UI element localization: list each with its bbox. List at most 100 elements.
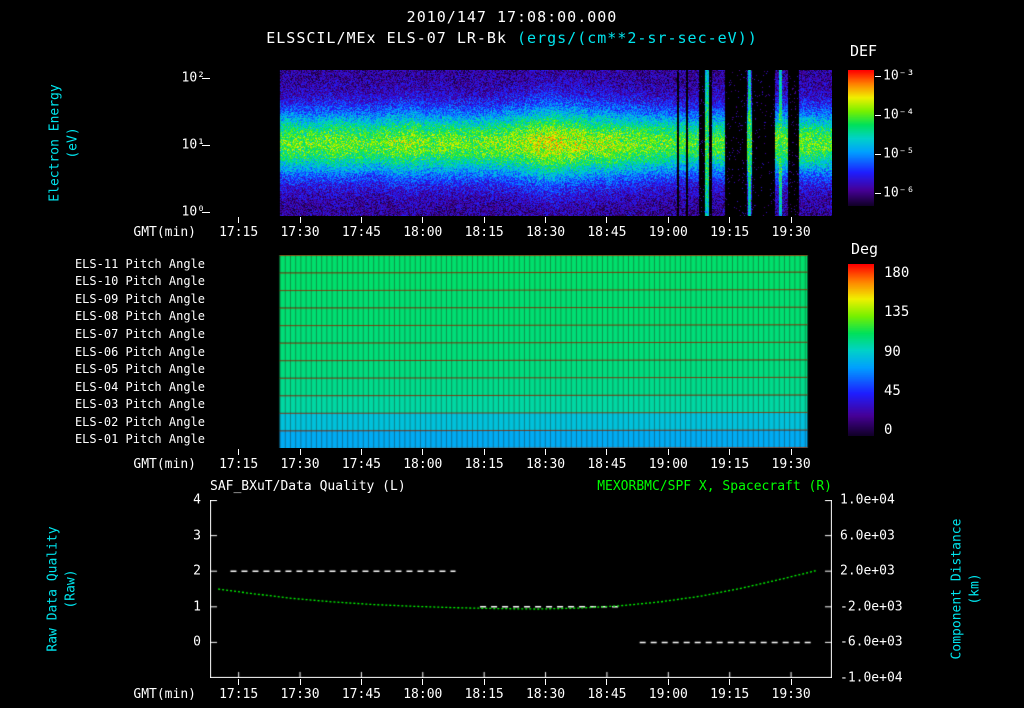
time-tick-mark (606, 217, 608, 223)
deg-colorbar-tick-label: 90 (884, 343, 901, 360)
time-tick-mark (667, 217, 669, 223)
time-tick-mark (483, 679, 485, 685)
quality-tick-label: 2 (193, 563, 201, 579)
time-tick-label: 19:00 (648, 687, 688, 702)
time-tick-label: 17:30 (280, 457, 320, 472)
time-tick-mark (422, 449, 424, 455)
panel3-left-axis-label-line1: Raw Data Quality (45, 526, 61, 652)
time-tick-mark (299, 217, 301, 223)
time-tick-mark (545, 679, 547, 685)
def-colorbar-tick-mark (875, 114, 881, 116)
deg-colorbar-tick-label: 135 (884, 304, 910, 321)
plot-viewer: 2010/147 17:08:00.000 ELSSCIL/MEx ELS-07… (0, 0, 1024, 708)
pitch-row-label: ELS-10 Pitch Angle (74, 274, 205, 289)
time-tick-label: 17:15 (219, 225, 259, 240)
distance-tick-label: 1.0e+04 (840, 492, 895, 508)
def-colorbar-tick-label: 10⁻⁵ (883, 146, 915, 162)
time-tick-label: 17:45 (341, 687, 381, 702)
time-tick-mark (606, 449, 608, 455)
time-tick-label: 18:00 (403, 457, 443, 472)
time-tick-mark (299, 679, 301, 685)
time-tick-label: 19:30 (771, 687, 811, 702)
deg-colorbar-tick-label: 180 (884, 265, 910, 281)
electron-spectrogram (210, 70, 832, 216)
quality-tick-label: 4 (193, 492, 201, 508)
panel3-right-axis-label-line2: (km) (967, 573, 982, 605)
pitch-row-label: ELS-03 Pitch Angle (74, 397, 205, 412)
def-colorbar-tick-label: 10⁻⁴ (883, 107, 915, 123)
units-label: (ergs/(cm**2-sr-sec-eV)) (517, 29, 758, 47)
time-tick-mark (790, 217, 792, 223)
pitch-row-label: ELS-08 Pitch Angle (74, 309, 205, 324)
time-tick-mark (729, 449, 731, 455)
time-tick-mark (729, 679, 731, 685)
quality-tick-label: 0 (193, 634, 201, 650)
def-colorbar-tick-mark (875, 75, 881, 77)
pitch-row-label: ELS-09 Pitch Angle (74, 291, 205, 306)
time-tick-mark (545, 217, 547, 223)
time-tick-label: 19:30 (771, 225, 811, 240)
pitch-row-label: ELS-02 Pitch Angle (74, 414, 205, 429)
time-tick-label: 18:30 (525, 225, 566, 240)
time-tick-mark (790, 449, 792, 455)
panel3-right-axis-label-line1: Component Distance (949, 518, 965, 660)
quality-tick-label: 3 (193, 528, 201, 544)
time-tick-label: 18:45 (587, 225, 627, 240)
def-colorbar (848, 70, 874, 206)
def-colorbar-tick-label: 10⁻³ (883, 68, 915, 84)
time-tick-label: 18:15 (464, 225, 504, 240)
time-tick-label: 17:30 (280, 687, 320, 702)
time-tick-label: 19:15 (710, 457, 750, 472)
time-tick-label: 18:00 (403, 687, 443, 702)
time-tick-label: 18:30 (525, 457, 566, 472)
pitch-angle-heatmap (210, 255, 832, 448)
time-tick-label: 19:00 (648, 225, 688, 240)
energy-tick-mark (202, 211, 210, 213)
colorbar2-title: Deg (851, 240, 879, 258)
time-tick-mark (422, 217, 424, 223)
distance-tick-label: -6.0e+03 (840, 634, 903, 650)
time-tick-mark (667, 449, 669, 455)
gmt-axis-label: GMT(min) (133, 457, 196, 472)
time-tick-label: 18:00 (403, 225, 443, 240)
time-tick-label: 17:45 (341, 225, 381, 240)
panel3-left-axis-label-line2: (Raw) (63, 569, 78, 609)
time-tick-mark (483, 217, 485, 223)
time-tick-mark (483, 449, 485, 455)
time-tick-mark (238, 679, 240, 685)
pitch-row-label: ELS-01 Pitch Angle (74, 432, 205, 447)
time-tick-label: 17:30 (280, 225, 320, 240)
panel1-y-axis-label: Electron Energy (eV) (46, 84, 81, 201)
energy-tick-mark (202, 77, 210, 79)
panel3-right-title: MEXORBMC/SPF X, Spacecraft (R) (597, 479, 832, 494)
time-tick-mark (360, 217, 362, 223)
datetime-title: 2010/147 17:08:00.000 (406, 8, 618, 26)
time-tick-mark (545, 449, 547, 455)
gmt-axis-label: GMT(min) (133, 687, 196, 702)
def-colorbar-tick-label: 10⁻⁶ (883, 185, 915, 201)
def-colorbar-tick-mark (875, 192, 881, 194)
pitch-row-label: ELS-06 Pitch Angle (74, 344, 205, 359)
distance-tick-label: 6.0e+03 (840, 528, 895, 544)
deg-colorbar-tick-label: 45 (884, 382, 901, 399)
energy-tick-mark (202, 144, 210, 146)
pitch-row-label: ELS-05 Pitch Angle (74, 362, 205, 377)
panel1-y-axis-label-line2: (eV) (65, 127, 80, 159)
panel3-right-axis-label: Component Distance (km) (948, 519, 983, 660)
gmt-axis-label: GMT(min) (133, 225, 196, 240)
deg-colorbar (848, 264, 874, 436)
time-tick-mark (667, 679, 669, 685)
pitch-row-label: ELS-04 Pitch Angle (74, 379, 205, 394)
quality-tick-label: 1 (193, 599, 201, 615)
distance-tick-label: -1.0e+04 (840, 670, 903, 686)
time-tick-mark (790, 679, 792, 685)
def-colorbar-tick-mark (875, 153, 881, 155)
quality-distance-plot (210, 500, 832, 678)
time-tick-mark (360, 679, 362, 685)
time-tick-mark (238, 217, 240, 223)
time-tick-label: 18:45 (587, 687, 627, 702)
panel1-y-axis-label-line1: Electron Energy (47, 84, 63, 202)
time-tick-label: 17:15 (219, 457, 259, 472)
time-tick-label: 19:15 (710, 687, 750, 702)
time-tick-label: 18:30 (525, 687, 566, 702)
